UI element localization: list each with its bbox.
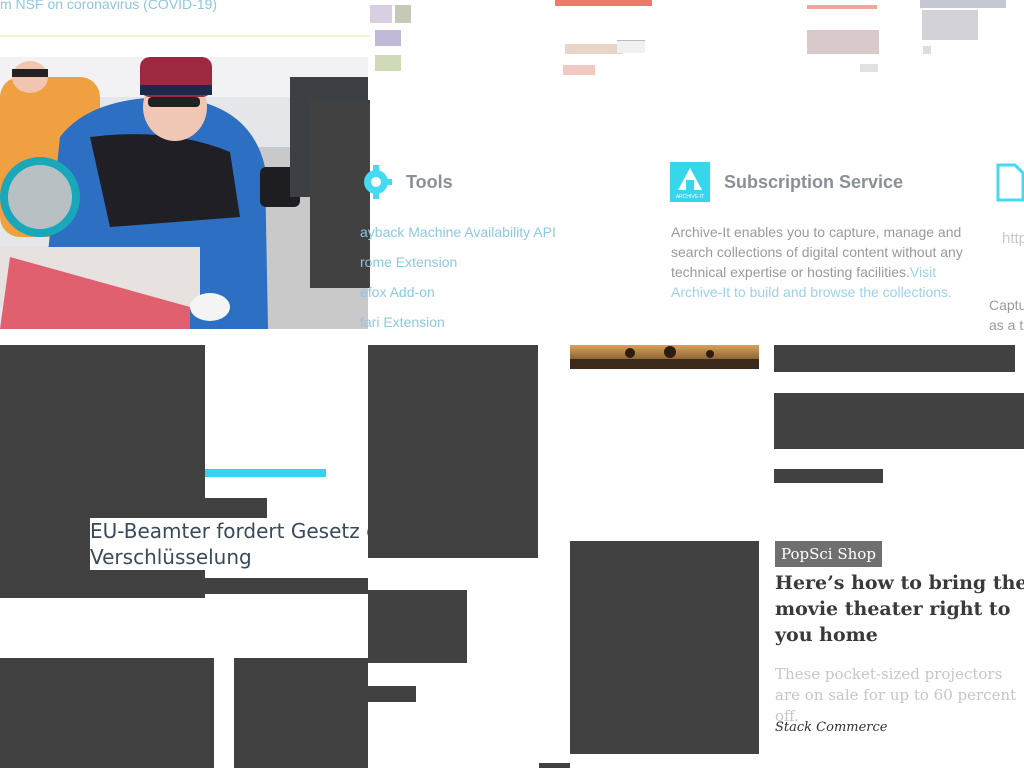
caption-line-2: as a t <box>989 317 1024 333</box>
caption-line-1: Captu <box>989 297 1024 313</box>
news-headline[interactable]: EU-Beamter fordert Gesetz geg Verschlüss… <box>90 518 380 570</box>
right-dark-bar-1 <box>774 345 1015 372</box>
dark-bar-1 <box>205 498 267 518</box>
right-dark-bar-2 <box>774 393 1024 449</box>
center-dark-small <box>368 590 467 663</box>
tools-link-safari[interactable]: fari Extension <box>360 314 445 330</box>
center-dark-bar <box>368 686 416 702</box>
subscription-body: Archive-It enables you to capture, manag… <box>671 222 971 302</box>
bottom-left-block-2 <box>234 658 368 768</box>
covid-banner-link[interactable]: m NSF on coronavirus (COVID-19) <box>0 0 217 12</box>
right-dark-bar-3 <box>774 469 883 483</box>
news-headline-line2: Verschlüsselung <box>90 544 252 570</box>
popsci-headline[interactable]: Here’s how to bring the movie theater ri… <box>775 570 1024 648</box>
url-fragment: http <box>1002 230 1024 247</box>
center-dark-panel <box>368 345 538 558</box>
tools-heading: Tools <box>406 172 453 192</box>
popsci-byline[interactable]: Stack Commerce <box>775 720 887 735</box>
banner-divider <box>0 35 370 37</box>
thumb-strip-4 <box>920 0 1010 75</box>
archive-it-icon-label: ARCHIVE-IT <box>676 194 704 200</box>
document-icon <box>995 162 1024 204</box>
bottom-center-corner <box>539 763 570 768</box>
archive-it-icon: ARCHIVE-IT <box>670 162 710 202</box>
subscription-heading: Subscription Service <box>724 172 904 192</box>
popsci-tag[interactable]: PopSci Shop <box>775 541 882 567</box>
savanna-image <box>570 345 759 369</box>
popsci-dek: These pocket-sized projectors are on sal… <box>775 665 1017 725</box>
bottom-left-block-1 <box>0 658 214 768</box>
tools-link-firefox[interactable]: efox Add-on <box>360 284 435 300</box>
thumb-strip-2 <box>555 0 655 80</box>
tools-link-chrome[interactable]: rome Extension <box>360 254 457 270</box>
accent-bar <box>205 469 326 477</box>
news-headline-line1: EU-Beamter fordert Gesetz geg <box>90 518 380 544</box>
thumb-strip-1 <box>370 0 415 75</box>
dark-bar-2 <box>205 578 368 594</box>
gear-icon <box>362 162 394 202</box>
thumb-strip-3 <box>805 0 880 75</box>
tools-link-wayback-api[interactable]: ayback Machine Availability API <box>360 224 556 240</box>
popsci-image-placeholder <box>570 541 759 754</box>
